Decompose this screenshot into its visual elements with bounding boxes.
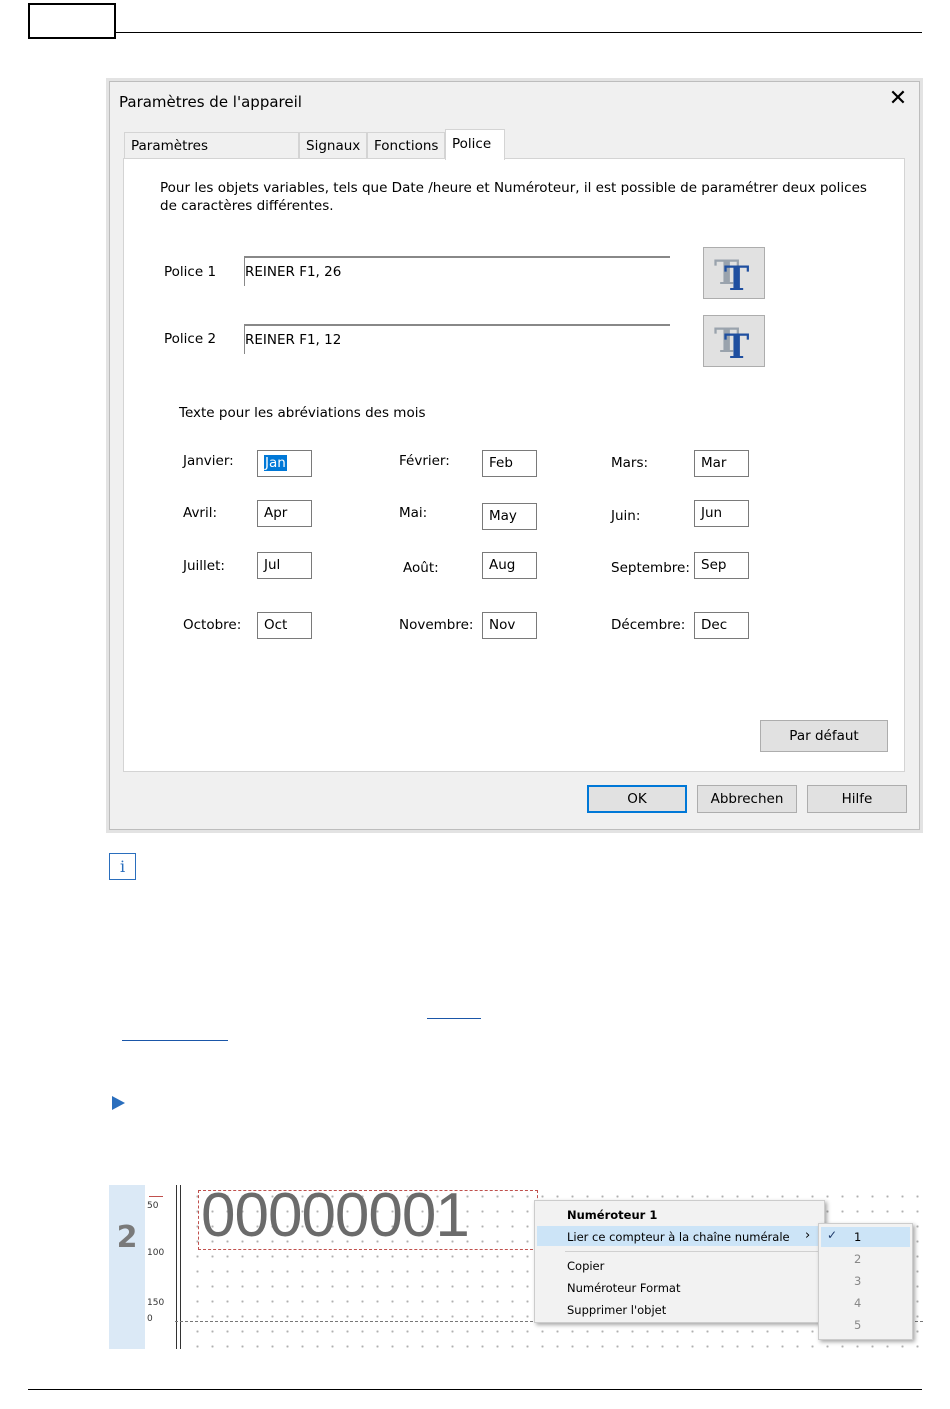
tab-font[interactable]: Police: [445, 129, 505, 160]
month-label-feb: Février:: [399, 453, 450, 469]
tab-print-settings[interactable]: Paramètres d'impression: [124, 132, 299, 180]
font1-field[interactable]: REINER F1, 26: [244, 256, 670, 286]
submenu-arrow-icon: ›: [805, 1228, 811, 1243]
hyperlink-underline[interactable]: [122, 1040, 228, 1041]
ok-button[interactable]: OK: [587, 785, 687, 813]
close-icon[interactable]: ✕: [886, 87, 910, 111]
submenu-item[interactable]: 3: [854, 1274, 861, 1288]
month-input-oct[interactable]: Oct: [257, 612, 312, 639]
month-label-nov: Novembre:: [399, 617, 474, 633]
menu-header: Numéroteur 1: [567, 1208, 658, 1222]
font1-button[interactable]: T T: [703, 247, 765, 299]
month-input-jan[interactable]: Jan: [257, 450, 312, 477]
menu-item-link-counter[interactable]: Lier ce compteur à la chaîne numérale: [567, 1230, 790, 1244]
ruler-edge: [176, 1185, 177, 1349]
ruler-label: 150: [147, 1298, 165, 1308]
tab-signals[interactable]: Signaux: [299, 132, 367, 158]
submenu-item[interactable]: 1: [854, 1230, 861, 1244]
bullet-arrow-icon: [112, 1096, 125, 1110]
vertical-ruler: 50 100 150 0: [147, 1185, 175, 1349]
ruler-edge: [180, 1185, 181, 1349]
month-label-mar: Mars:: [611, 455, 649, 471]
info-icon: i: [109, 853, 136, 880]
submenu-item[interactable]: 2: [854, 1252, 861, 1266]
font2-label: Police 2: [164, 331, 217, 347]
page-number-box: [28, 3, 116, 39]
svg-text:T: T: [724, 259, 749, 298]
dialog-title: Paramètres de l'appareil: [119, 93, 302, 111]
font2-button[interactable]: T T: [703, 315, 765, 367]
month-input-jul[interactable]: Jul: [257, 552, 312, 579]
counter-text: 00000001: [201, 1185, 470, 1250]
font2-field[interactable]: REINER F1, 12: [244, 324, 670, 354]
font1-value: REINER F1, 26: [245, 264, 342, 280]
menu-item-delete[interactable]: Supprimer l'objet: [567, 1303, 666, 1317]
month-label-apr: Avril:: [183, 505, 218, 521]
month-input-may[interactable]: May: [482, 503, 537, 530]
month-label-jul: Juillet:: [183, 558, 225, 574]
tab-functions[interactable]: Fonctions: [367, 132, 445, 158]
month-label-oct: Octobre:: [183, 617, 242, 633]
month-label-aug: Août:: [403, 560, 439, 576]
context-menu: Numéroteur 1 Lier ce compteur à la chaîn…: [534, 1200, 825, 1323]
month-input-nov[interactable]: Nov: [482, 612, 537, 639]
menu-item-copy[interactable]: Copier: [567, 1259, 604, 1273]
ruler-label: 0: [147, 1314, 153, 1324]
footer-rule: [28, 1389, 922, 1390]
month-input-sep[interactable]: Sep: [694, 552, 749, 579]
cancel-button[interactable]: Abbrechen: [697, 785, 797, 813]
submenu: ✓ 1 2 3 4 5: [818, 1223, 913, 1340]
month-input-feb[interactable]: Feb: [482, 450, 537, 477]
month-label-jan: Janvier:: [183, 453, 234, 469]
svg-text:T: T: [724, 327, 749, 366]
month-value-jan: Jan: [264, 455, 287, 471]
month-input-mar[interactable]: Mar: [694, 450, 749, 477]
intro-text: Pour les objets variables, tels que Date…: [160, 180, 867, 214]
ruler-label: 50: [147, 1201, 159, 1211]
month-label-jun: Juin:: [611, 508, 641, 524]
check-icon: ✓: [827, 1228, 838, 1242]
menu-divider: [565, 1251, 820, 1252]
month-input-jun[interactable]: Jun: [694, 500, 749, 527]
help-button[interactable]: Hilfe: [807, 785, 907, 813]
font1-label: Police 1: [164, 264, 217, 280]
month-input-dec[interactable]: Dec: [694, 612, 749, 639]
font-panel: Pour les objets variables, tels que Date…: [123, 158, 905, 772]
default-button[interactable]: Par défaut: [760, 720, 888, 752]
month-label-dec: Décembre:: [611, 617, 686, 633]
submenu-item[interactable]: 5: [854, 1318, 861, 1332]
month-label-sep: Septembre:: [611, 560, 690, 576]
designer-screenshot: 2 50 100 150 0 00000001 Numéroteur 1 Lie…: [109, 1185, 923, 1349]
font2-value: REINER F1, 12: [245, 332, 342, 348]
month-input-aug[interactable]: Aug: [482, 552, 537, 579]
section-bar: [109, 1185, 145, 1349]
menu-item-format[interactable]: Numéroteur Format: [567, 1281, 680, 1295]
font-t-icon: T T: [714, 253, 749, 299]
section-number: 2: [116, 1220, 138, 1255]
ruler-label: 100: [147, 1248, 165, 1258]
months-title: Texte pour les abréviations des mois: [179, 405, 426, 421]
hyperlink-underline[interactable]: [427, 1018, 481, 1019]
month-input-apr[interactable]: Apr: [257, 500, 312, 527]
device-settings-dialog: Paramètres de l'appareil ✕ Paramètres d'…: [109, 81, 920, 830]
header-rule: [116, 32, 922, 33]
font-t-icon: T T: [714, 321, 749, 367]
ruler-marker: [149, 1196, 163, 1197]
submenu-item[interactable]: 4: [854, 1296, 861, 1310]
month-label-may: Mai:: [399, 505, 428, 521]
